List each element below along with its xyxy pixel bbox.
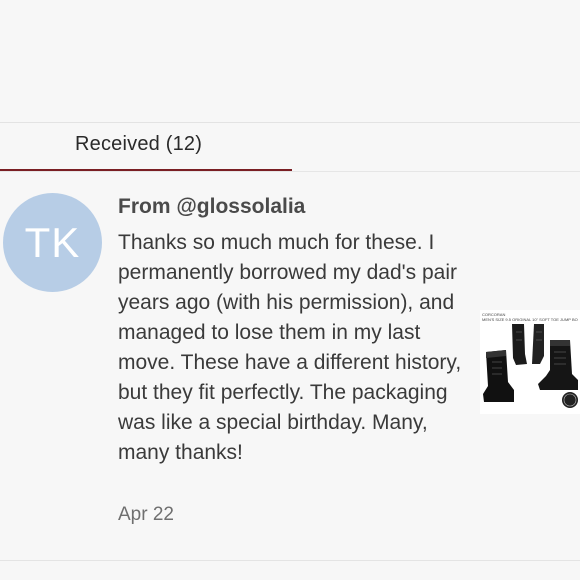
product-caption: CORCORAN MEN'S SIZE 9.5 ORIGINAL 10" SOF… (482, 312, 578, 322)
review-date: Apr 22 (118, 504, 174, 525)
boot-photo-icon (483, 324, 578, 408)
footer-area (0, 561, 580, 580)
tab-received-label: Received (12) (75, 133, 203, 155)
avatar-initials: TK (24, 218, 81, 266)
review-item: TK From @glossolalia Thanks so much much… (0, 172, 580, 561)
header-area (0, 0, 580, 123)
tab-received[interactable]: Received (12) (0, 123, 292, 171)
product-thumbnail[interactable]: CORCORAN MEN'S SIZE 9.5 ORIGINAL 10" SOF… (480, 310, 580, 414)
avatar[interactable]: TK (3, 193, 102, 292)
review-text: Thanks so much much for these. I permane… (118, 231, 462, 464)
tabs-bar: Received (12) (0, 123, 580, 172)
review-author[interactable]: From @glossolalia (118, 195, 305, 219)
product-caption-desc: MEN'S SIZE 9.5 ORIGINAL 10" SOFT TOE JUM… (482, 317, 578, 322)
